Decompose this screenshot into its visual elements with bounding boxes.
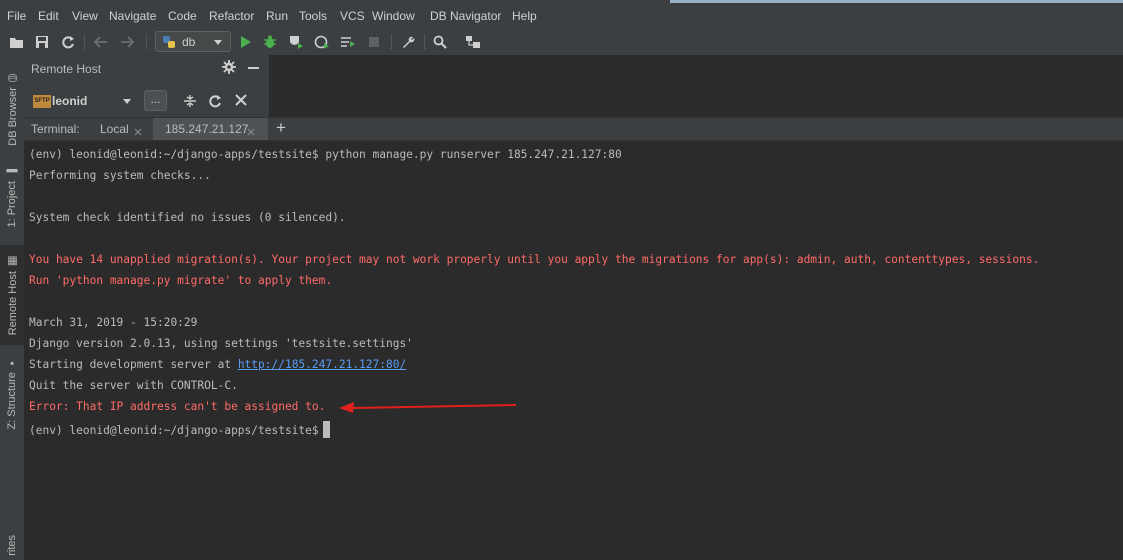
- warning-line: Run 'python manage.py migrate' to apply …: [29, 274, 333, 287]
- search-icon[interactable]: [430, 32, 450, 52]
- tab-structure[interactable]: Z: Structure ▪: [0, 353, 24, 433]
- save-icon[interactable]: [32, 32, 52, 52]
- annotation-arrow-icon: [339, 402, 517, 413]
- toolbar-separator: [424, 34, 425, 50]
- run-icon[interactable]: [236, 32, 256, 52]
- close-icon[interactable]: [247, 125, 255, 139]
- menu-edit[interactable]: Edit: [38, 9, 59, 23]
- menu-bar: File Edit View Navigate Code Refactor Ru…: [0, 0, 1123, 29]
- tab-remote-terminal[interactable]: 185.247.21.127: [165, 122, 248, 136]
- prompt-text: (env) leonid@leonid:~/django-apps/testsi…: [29, 424, 319, 437]
- terminal-label: Terminal:: [31, 122, 80, 136]
- terminal-line: System check identified no issues (0 sil…: [29, 211, 346, 224]
- coverage-icon[interactable]: [286, 32, 306, 52]
- profile-icon[interactable]: [312, 32, 332, 52]
- run-configuration-label: db: [182, 35, 196, 49]
- prompt-line: (env) leonid@leonid:~/django-apps/testsi…: [29, 421, 330, 438]
- run-tests-icon[interactable]: [338, 32, 358, 52]
- back-icon[interactable]: [91, 32, 111, 52]
- server-line-text: Starting development server at: [29, 358, 238, 371]
- menu-navigate[interactable]: Navigate: [109, 9, 156, 23]
- toolbar-separator: [146, 34, 147, 50]
- menu-db-navigator[interactable]: DB Navigator: [430, 9, 501, 23]
- terminal-line: (env) leonid@leonid:~/django-apps/testsi…: [29, 148, 622, 161]
- structure-icon: ▪: [6, 356, 18, 369]
- menu-run[interactable]: Run: [266, 9, 288, 23]
- tab-local[interactable]: Local: [100, 122, 129, 136]
- remote-host-title: Remote Host: [31, 62, 102, 76]
- menu-refactor[interactable]: Refactor: [209, 9, 254, 23]
- remote-host-name[interactable]: leonid: [52, 94, 87, 108]
- menu-file[interactable]: File: [7, 9, 26, 23]
- menu-view[interactable]: View: [72, 9, 98, 23]
- open-folder-icon[interactable]: [7, 32, 27, 52]
- menu-tools[interactable]: Tools: [299, 9, 327, 23]
- tab-structure-label: Z: Structure: [6, 371, 18, 430]
- browse-button[interactable]: ...: [144, 90, 167, 111]
- tab-db-browser-label: DB Browser: [6, 86, 19, 146]
- terminal-line: March 31, 2019 - 15:20:29: [29, 316, 198, 329]
- text-cursor: [322, 421, 330, 438]
- tab-remote-host[interactable]: Remote Host ▦: [0, 245, 24, 345]
- warning-line: You have 14 unapplied migration(s). Your…: [29, 253, 1040, 266]
- add-terminal-button[interactable]: +: [276, 118, 286, 138]
- chevron-down-icon: [214, 40, 222, 45]
- main-toolbar: db: [0, 29, 1123, 56]
- terminal-line: Starting development server at http://18…: [29, 358, 406, 371]
- minimize-icon[interactable]: [248, 67, 259, 69]
- editor-area: [269, 55, 1123, 117]
- menu-vcs[interactable]: VCS: [340, 9, 365, 23]
- window-top-edge: [670, 0, 1123, 3]
- toolbar-separator: [84, 34, 85, 50]
- stop-icon[interactable]: [364, 32, 384, 52]
- gear-icon[interactable]: [222, 60, 236, 77]
- server-url-link[interactable]: http://185.247.21.127:80/: [238, 358, 406, 371]
- chevron-down-icon[interactable]: [123, 99, 131, 104]
- vcs-icon[interactable]: [463, 32, 483, 52]
- terminal-line: Quit the server with CONTROL-C.: [29, 379, 238, 392]
- toolbar-separator: [391, 34, 392, 50]
- terminal-output[interactable]: (env) leonid@leonid:~/django-apps/testsi…: [24, 141, 1123, 560]
- menu-code[interactable]: Code: [168, 9, 197, 23]
- debug-icon[interactable]: [260, 32, 280, 52]
- collapse-icon[interactable]: [183, 94, 197, 111]
- tab-remote-host-label: Remote Host: [6, 270, 19, 336]
- wrench-icon[interactable]: [398, 32, 418, 52]
- error-line: Error: That IP address can't be assigned…: [29, 400, 326, 413]
- folder-icon: ▬: [6, 166, 18, 179]
- tab-favorites[interactable]: rites: [0, 530, 24, 560]
- menu-window[interactable]: Window: [372, 9, 415, 23]
- terminal-line: Performing system checks...: [29, 169, 211, 182]
- tab-project[interactable]: 1: Project ▬: [0, 159, 24, 235]
- terminal-tab-bar: Terminal: Local 185.247.21.127 +: [24, 117, 1123, 141]
- tab-favorites-label: rites: [6, 534, 18, 556]
- tab-db-browser[interactable]: DB Browser ⛁: [0, 63, 24, 153]
- close-icon[interactable]: [235, 94, 247, 109]
- close-icon[interactable]: [134, 125, 142, 139]
- tool-window-strip: DB Browser ⛁ 1: Project ▬ Remote Host ▦ …: [0, 55, 25, 560]
- tab-project-label: 1: Project: [6, 181, 18, 228]
- terminal-line: Django version 2.0.13, using settings 't…: [29, 337, 413, 350]
- menu-help[interactable]: Help: [512, 9, 537, 23]
- remote-host-toolbar: SFTP leonid ...: [24, 88, 269, 115]
- python-icon: [162, 35, 176, 52]
- sftp-badge: SFTP: [33, 95, 51, 108]
- db-browser-icon: ⛁: [6, 70, 19, 84]
- remote-host-icon: ▦: [6, 254, 19, 268]
- forward-icon[interactable]: [117, 32, 137, 52]
- run-configuration-select[interactable]: db: [155, 31, 231, 52]
- refresh-icon[interactable]: [208, 94, 222, 111]
- sync-icon[interactable]: [58, 32, 78, 52]
- remote-host-panel: Remote Host SFTP leonid ...: [24, 55, 269, 117]
